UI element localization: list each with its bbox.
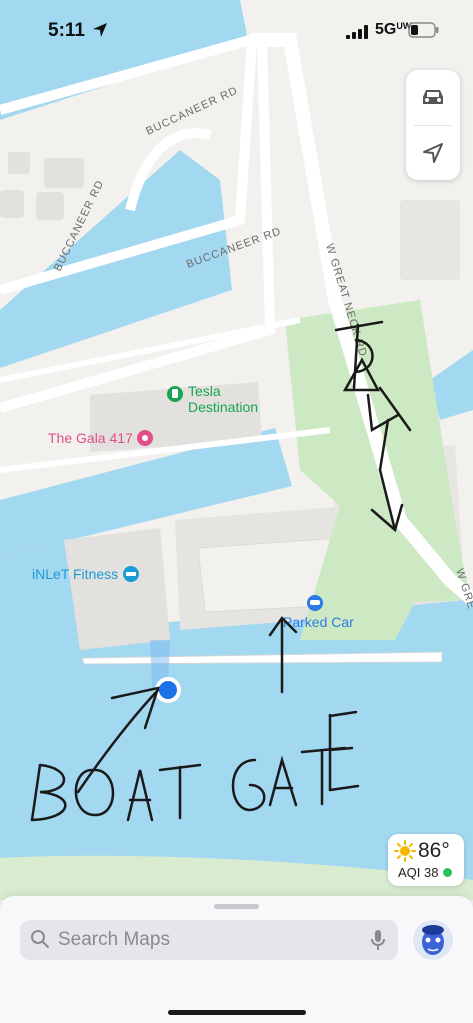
search-icon [30,929,50,954]
sun-icon [394,840,416,862]
sheet-grabber[interactable] [214,904,259,909]
aqi-status-dot [443,868,452,877]
poi-parked-car-label: Parked Car [283,614,354,630]
search-bar[interactable]: Search Maps [20,920,398,960]
home-indicator [168,1010,306,1015]
weather-temperature: 86° [418,839,450,862]
location-arrow-icon [423,143,443,163]
cellular-signal-icon [346,25,368,44]
status-time: 5:11 [48,20,85,41]
microphone-icon[interactable] [370,929,386,956]
search-placeholder: Search Maps [58,929,170,950]
weather-aqi: AQI 38 [398,865,439,880]
poi-tesla-label-line1: Tesla [188,383,221,399]
network-type-label: 5GUW [375,21,411,39]
network-label: 5G [375,21,397,38]
poi-gala-label: The Gala 417 [48,430,133,446]
battery-icon [408,22,440,43]
avatar[interactable] [413,920,453,960]
poi-tesla-label-line2: Destination [188,399,258,415]
memoji-avatar-icon [413,920,453,960]
locate-me-button[interactable] [406,126,460,180]
location-services-icon [92,22,108,43]
map-controls [406,70,460,180]
car-icon [423,90,443,104]
poi-inlet-label: iNLeT Fitness [32,566,118,582]
search-sheet: Search Maps [0,896,473,1023]
driving-mode-button[interactable] [406,70,460,124]
status-bar: 5:11 5GUW [0,0,473,60]
weather-widget[interactable]: 86° AQI 38 [388,834,464,886]
